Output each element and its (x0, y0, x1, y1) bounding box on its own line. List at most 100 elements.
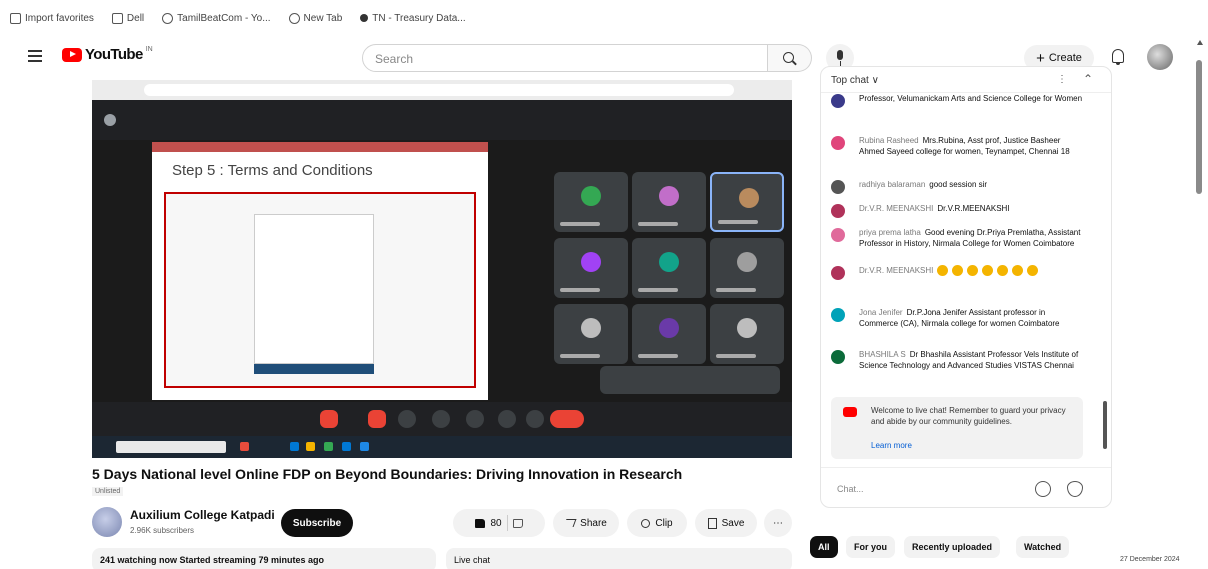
account-avatar[interactable] (1147, 44, 1173, 70)
live-chat-replay-box[interactable]: Live chat (446, 548, 792, 569)
video-player[interactable]: Step 5 : Terms and Conditions (92, 80, 792, 458)
like-icon[interactable] (475, 518, 486, 528)
close-chat-icon[interactable]: ⌃ (1083, 72, 1093, 86)
presentation-slide: Step 5 : Terms and Conditions (152, 142, 488, 400)
chip-for-you[interactable]: For you (846, 536, 895, 558)
chat-author-name[interactable]: Dr.V.R. MEENAKSHI (859, 266, 933, 275)
channel-name[interactable]: Auxilium College Katpadi (130, 508, 275, 522)
more-actions-button[interactable]: ⋯ (764, 509, 792, 537)
scroll-up-arrow-icon[interactable] (1197, 40, 1203, 45)
chat-author-avatar[interactable] (831, 308, 845, 322)
bookmark-dell[interactable]: Dell (111, 12, 144, 24)
chat-message-body: Dr.V.R.MEENAKSHI (937, 204, 1010, 213)
chat-message-text: Rubina Rasheed Mrs.Rubina, Asst prof, Jus… (859, 135, 1083, 157)
youtube-logo[interactable]: YouTube IN (62, 46, 153, 63)
camera-off-icon (368, 410, 386, 428)
like-count[interactable]: 80 (490, 518, 501, 529)
clapping-emoji-icon (1027, 265, 1039, 277)
notifications-bell-icon[interactable] (1112, 49, 1124, 65)
slide-title: Step 5 : Terms and Conditions (172, 162, 373, 179)
chip-watched[interactable]: Watched (1016, 536, 1070, 558)
heart-reaction-icon[interactable] (1067, 481, 1083, 497)
chip-all[interactable]: All (810, 536, 838, 558)
subscribe-button[interactable]: Subscribe (281, 509, 353, 537)
chat-author-name[interactable]: Jona Jenifer (859, 308, 903, 317)
youtube-play-icon (62, 47, 82, 62)
chat-message-text: Jona Jenifer Dr.P.Jona Jenifer Assistant … (859, 307, 1083, 329)
chat-scrollbar-thumb[interactable] (1103, 401, 1107, 449)
chat-message-text: radhiya balaraman good session sir (859, 179, 1083, 190)
participant-tile (554, 304, 628, 364)
chip-recently-uploaded[interactable]: Recently uploaded (904, 536, 1001, 558)
clip-button[interactable]: Clip (627, 509, 687, 537)
country-code: IN (145, 46, 153, 53)
clapping-emoji-icon (1012, 265, 1024, 277)
chat-author-name[interactable]: Dr.V.R. MEENAKSHI (859, 204, 933, 213)
share-button[interactable]: Share (553, 509, 619, 537)
search-input[interactable]: Search (362, 44, 768, 72)
share-icon (563, 519, 577, 527)
chat-author-name[interactable]: priya prema latha (859, 228, 921, 237)
more-options-icon (526, 410, 544, 428)
raise-hand-icon (498, 410, 516, 428)
video-title: 5 Days National level Online FDP on Beyo… (92, 466, 683, 482)
clapping-emoji-icon (952, 265, 964, 277)
chat-message-text: BHASHILA S Dr Bhashila Assistant Professo… (859, 349, 1083, 371)
search-button[interactable] (768, 44, 812, 72)
taskbar-date: 27 December 2024 (1120, 556, 1180, 563)
plus-icon: + (1036, 49, 1045, 67)
folder-icon (111, 12, 123, 24)
meet-presenter-header (92, 100, 792, 140)
participant-tile (632, 304, 706, 364)
clapping-emoji-icon (937, 265, 949, 277)
chat-author-avatar[interactable] (831, 350, 845, 364)
chat-author-avatar[interactable] (831, 136, 845, 150)
chat-message-text: priya prema latha Good evening Dr.Priya P… (859, 227, 1083, 249)
chat-message-text: Dr.V.R. MEENAKSHI Dr.V.R.MEENAKSHI (859, 203, 1083, 214)
channel-avatar[interactable] (92, 507, 122, 537)
bookmark-new-tab[interactable]: New Tab (288, 12, 342, 24)
dislike-icon[interactable] (512, 518, 523, 528)
chat-author-avatar[interactable] (831, 204, 845, 218)
chat-author-avatar[interactable] (831, 180, 845, 194)
hang-up-icon (550, 410, 584, 428)
join-request-toast (600, 366, 780, 394)
learn-more-link[interactable]: Learn more (871, 441, 912, 450)
bookmark-tamilbeat[interactable]: TamilBeatCom - Yo... (162, 12, 271, 24)
chat-message-body: good session sir (929, 180, 988, 189)
shared-browser-bar (92, 80, 792, 100)
description-box[interactable]: 241 watching now Started streaming 79 mi… (92, 548, 436, 569)
participant-tile (632, 238, 706, 298)
search-icon (783, 52, 794, 63)
youtube-icon (843, 407, 857, 417)
site-icon (360, 14, 369, 22)
chat-author-avatar[interactable] (831, 228, 845, 242)
emoji-picker-icon[interactable] (1035, 481, 1051, 497)
logo-text: YouTube (85, 46, 143, 63)
globe-icon (288, 12, 300, 24)
bookmark-import-favorites[interactable]: Import favorites (10, 12, 94, 24)
clapping-emoji-icon (967, 265, 979, 277)
chat-input-row: Chat... (821, 467, 1111, 507)
page-scrollbar-thumb[interactable] (1196, 60, 1202, 194)
chat-menu-icon[interactable]: ⋮ (1057, 74, 1067, 85)
chat-mode-selector[interactable]: Top chat ∨ (831, 75, 879, 86)
bookmark-tn-treasury[interactable]: TN - Treasury Data... (360, 13, 466, 24)
clapping-emoji-icon (997, 265, 1009, 277)
save-button[interactable]: Save (695, 509, 757, 537)
participant-tile (632, 172, 706, 232)
present-icon (466, 410, 484, 428)
live-chat-panel: Top chat ∨ ⋮ ⌃ Professor, Velumanickam A… (820, 66, 1112, 508)
menu-icon[interactable] (28, 50, 42, 62)
chat-author-name[interactable]: radhiya balaraman (859, 180, 925, 189)
chat-author-avatar[interactable] (831, 266, 845, 280)
chat-input[interactable]: Chat... (831, 478, 1021, 500)
chat-author-name[interactable]: Rubina Rasheed (859, 136, 919, 145)
participant-tile (710, 238, 784, 298)
chat-author-name[interactable]: BHASHILA S (859, 350, 906, 359)
chat-header: Top chat ∨ ⋮ ⌃ (821, 67, 1111, 93)
participant-tile (554, 238, 628, 298)
chat-author-avatar[interactable] (831, 94, 845, 108)
chat-welcome-banner: Welcome to live chat! Remember to guard … (831, 397, 1083, 459)
chat-message-body: Professor, Velumanickam Arts and Science… (859, 94, 1083, 103)
